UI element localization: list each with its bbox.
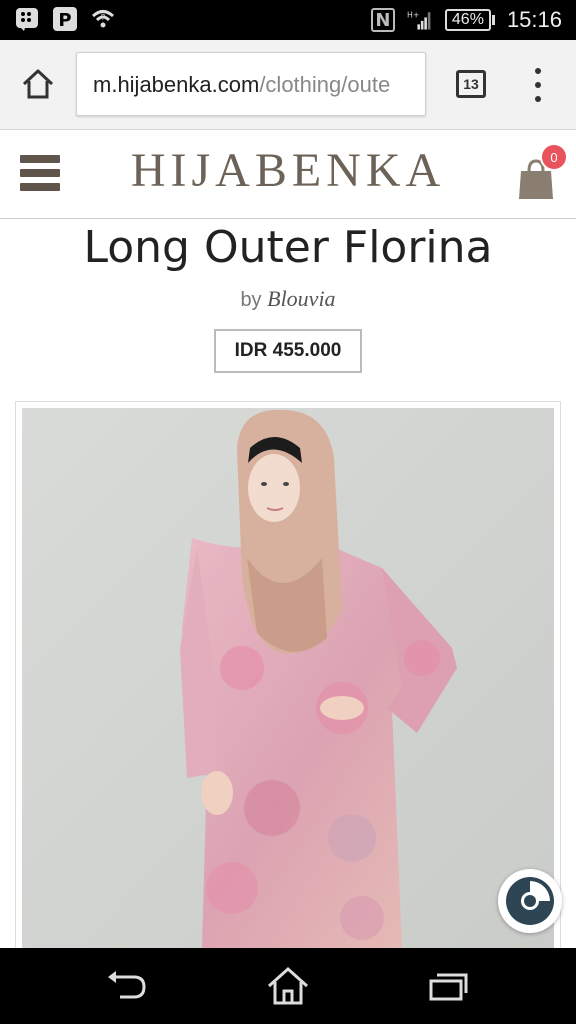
by-label: by	[240, 289, 262, 311]
system-nav-bar	[0, 948, 576, 1024]
bbm-icon	[14, 6, 40, 32]
wifi-icon: ?	[90, 6, 116, 32]
hamburger-menu-icon[interactable]	[20, 155, 60, 191]
recent-apps-icon	[429, 973, 468, 1001]
site-logo[interactable]: HIJABENKA	[90, 143, 486, 198]
pinterest-icon: P	[52, 6, 78, 32]
share-button[interactable]	[498, 869, 562, 933]
recent-apps-button[interactable]	[426, 966, 470, 1006]
back-button[interactable]	[104, 966, 148, 1006]
nfc-icon: N	[370, 8, 395, 32]
cart-count-badge: 0	[540, 143, 568, 171]
product-image-frame	[15, 401, 561, 961]
svg-text:?: ?	[101, 13, 106, 22]
share-icon	[506, 877, 554, 925]
address-bar[interactable]: m.hijabenka.com/clothing/oute	[76, 52, 426, 116]
brand-link[interactable]: Blouvia	[267, 286, 335, 311]
brand-line: by Blouvia	[0, 286, 576, 312]
signal-icon: H+	[407, 7, 433, 33]
back-icon	[108, 971, 146, 999]
home-button[interactable]	[266, 966, 310, 1006]
browser-home-button[interactable]	[20, 66, 56, 102]
svg-text:H+: H+	[407, 10, 419, 19]
url-path: /clothing/oute	[259, 72, 391, 97]
battery-level: 46%	[444, 9, 491, 31]
clock: 15:16	[506, 7, 562, 32]
browser-toolbar: m.hijabenka.com/clothing/oute 13	[0, 40, 576, 130]
site-header: HIJABENKA	[0, 131, 576, 219]
browser-menu-button[interactable]	[528, 68, 548, 102]
product-price: IDR 455.000	[214, 329, 362, 373]
product-title: Long Outer Florina	[83, 222, 493, 273]
product-image[interactable]	[22, 408, 554, 948]
tabs-button[interactable]: 13	[456, 70, 486, 98]
url-host: m.hijabenka.com	[93, 72, 260, 97]
svg-text:P: P	[58, 10, 71, 31]
battery-icon: 46%	[444, 9, 495, 31]
home-icon	[267, 966, 309, 1005]
status-bar: P ? N H+ 46% 15:16	[0, 0, 576, 40]
url-text: m.hijabenka.com/clothing/oute	[93, 72, 390, 98]
home-icon	[22, 69, 54, 99]
